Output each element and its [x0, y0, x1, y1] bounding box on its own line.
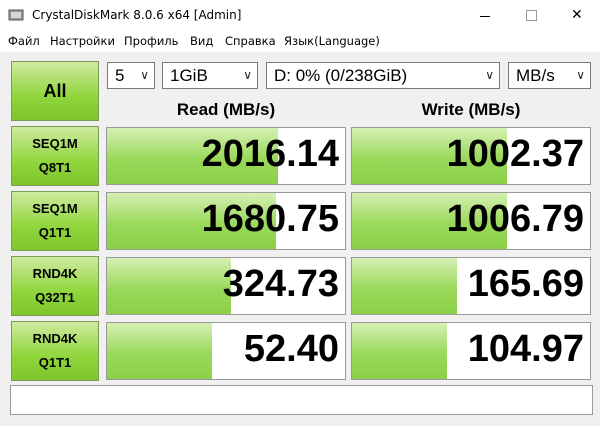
menu-view[interactable]: Вид	[190, 34, 213, 48]
chevron-down-icon: ∨	[140, 68, 149, 82]
test-params: Q1T1	[38, 355, 72, 370]
test-button-rnd4k-q1t1[interactable]: RND4K Q1T1	[11, 321, 99, 381]
minimize-icon	[480, 16, 490, 17]
drive-value: D: 0% (0/238GiB)	[274, 66, 408, 85]
test-count-value: 5	[115, 66, 125, 85]
test-button-seq1m-q8t1[interactable]: SEQ1M Q8T1	[11, 126, 99, 186]
read-column-header: Read (MB/s)	[176, 100, 276, 119]
test-params: Q8T1	[38, 160, 72, 175]
read-result-seq1m-q1t1: 1680.75	[106, 192, 346, 250]
menu-language[interactable]: Язык(Language)	[284, 34, 380, 48]
write-value: 104.97	[467, 328, 584, 370]
write-result-rnd4k-q32t1: 165.69	[351, 257, 591, 315]
read-result-rnd4k-q1t1: 52.40	[106, 322, 346, 380]
read-value: 1680.75	[201, 198, 339, 240]
test-params: Q32T1	[35, 290, 75, 305]
menu-settings[interactable]: Настройки	[50, 34, 115, 48]
title-bar: CrystalDiskMark 8.0.6 x64 [Admin] ✕	[0, 0, 600, 31]
write-value: 1002.37	[446, 133, 584, 175]
app-icon	[8, 9, 24, 21]
write-value: 1006.79	[446, 198, 584, 240]
test-button-rnd4k-q32t1[interactable]: RND4K Q32T1	[11, 256, 99, 316]
read-bar	[107, 323, 212, 379]
test-name: RND4K	[32, 331, 78, 346]
read-value: 52.40	[243, 328, 339, 370]
chevron-down-icon: ∨	[243, 68, 252, 82]
write-value: 165.69	[467, 263, 584, 305]
maximize-icon	[526, 10, 537, 21]
read-value: 324.73	[222, 263, 339, 305]
read-result-rnd4k-q32t1: 324.73	[106, 257, 346, 315]
menu-help[interactable]: Справка	[225, 34, 276, 48]
read-value: 2016.14	[201, 133, 339, 175]
read-result-seq1m-q8t1: 2016.14	[106, 127, 346, 185]
write-bar	[352, 323, 448, 379]
test-name: SEQ1M	[32, 136, 78, 151]
maximize-button[interactable]	[508, 0, 554, 31]
window-title: CrystalDiskMark 8.0.6 x64 [Admin]	[32, 8, 242, 22]
minimize-button[interactable]	[462, 0, 508, 31]
test-name: RND4K	[32, 266, 78, 281]
close-button[interactable]: ✕	[554, 0, 600, 31]
test-count-select[interactable]: 5 ∨	[107, 62, 155, 89]
write-column-header: Write (MB/s)	[421, 100, 521, 119]
write-bar	[352, 258, 457, 314]
chevron-down-icon: ∨	[576, 68, 585, 82]
write-result-rnd4k-q1t1: 104.97	[351, 322, 591, 380]
menu-bar: Файл Настройки Профиль Вид Справка Язык(…	[0, 31, 600, 52]
test-size-select[interactable]: 1GiB ∨	[162, 62, 258, 89]
test-button-seq1m-q1t1[interactable]: SEQ1M Q1T1	[11, 191, 99, 251]
test-name: SEQ1M	[32, 201, 78, 216]
menu-file[interactable]: Файл	[8, 34, 40, 48]
unit-value: MB/s	[516, 66, 555, 85]
drive-select[interactable]: D: 0% (0/238GiB) ∨	[266, 62, 500, 89]
write-result-seq1m-q1t1: 1006.79	[351, 192, 591, 250]
test-params: Q1T1	[38, 225, 72, 240]
write-result-seq1m-q8t1: 1002.37	[351, 127, 591, 185]
chevron-down-icon: ∨	[485, 68, 494, 82]
comment-field[interactable]	[10, 385, 593, 415]
close-icon: ✕	[571, 7, 583, 23]
all-button[interactable]: All	[11, 61, 99, 121]
read-bar	[107, 258, 231, 314]
test-size-value: 1GiB	[170, 66, 208, 85]
unit-select[interactable]: MB/s ∨	[508, 62, 591, 89]
menu-profile[interactable]: Профиль	[124, 34, 178, 48]
